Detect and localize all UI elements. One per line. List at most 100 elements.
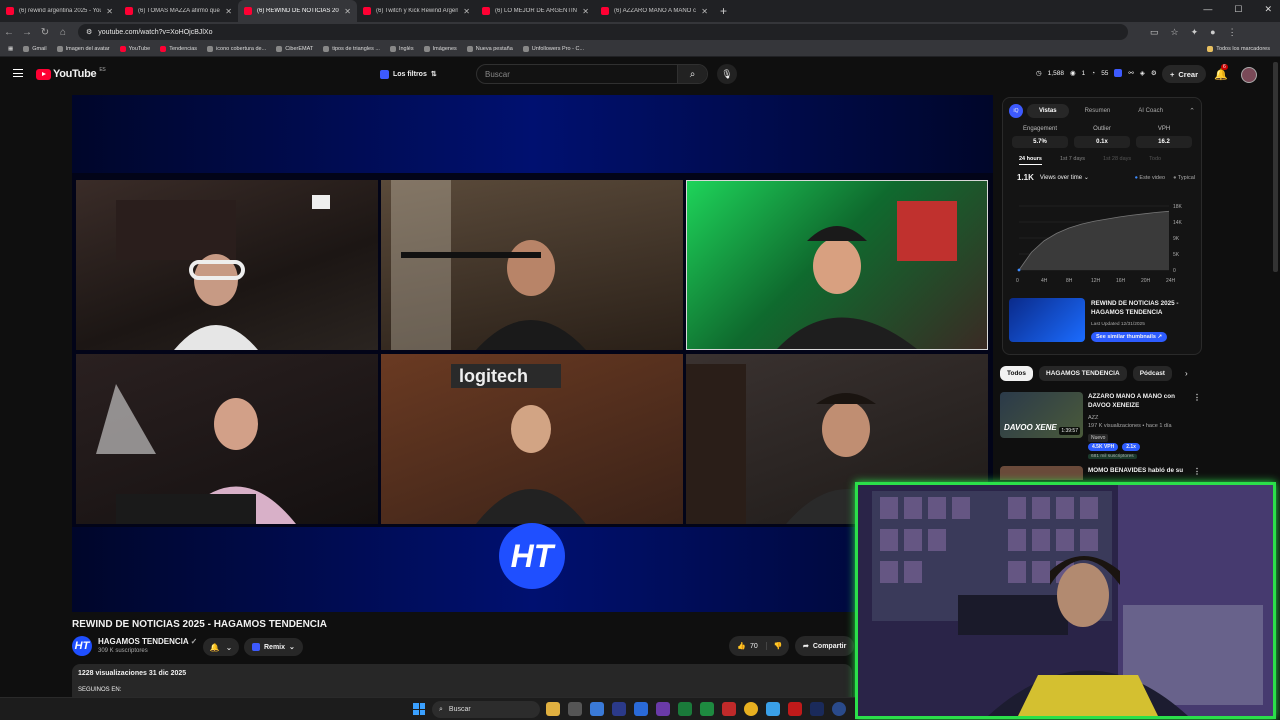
chrome-icon[interactable] [744, 702, 758, 716]
windows-start-icon[interactable] [413, 703, 425, 715]
reload-icon[interactable]: ↻ [36, 27, 54, 38]
close-icon[interactable]: ✕ [344, 7, 351, 16]
minimize-icon[interactable]: — [1203, 4, 1212, 15]
close-icon[interactable]: ✕ [701, 7, 708, 16]
edge-icon[interactable] [832, 702, 846, 716]
share-button[interactable]: ➦ Compartir [795, 636, 855, 656]
streaming-app-icon[interactable] [656, 702, 670, 716]
dislike-button[interactable]: 👎 [767, 642, 789, 650]
tab-vistas[interactable]: Vistas [1027, 104, 1069, 118]
bookmark[interactable]: tipos de triangles ... [323, 46, 380, 52]
star-icon[interactable]: ☆ [1171, 27, 1179, 38]
browser-tab[interactable]: (6) LO MEJOR DE ARGENTINA ✕ [476, 0, 595, 22]
browser-tab[interactable]: (6) rewind argentina 2025 - YouTube ✕ [0, 0, 119, 22]
filters-button[interactable]: Los filtros ⇅ [374, 66, 443, 82]
browser-tab[interactable]: (6) Twitch y Kick Rewind Argentina ✕ [357, 0, 476, 22]
search-input[interactable]: Buscar [477, 70, 677, 79]
app-icon[interactable] [766, 702, 780, 716]
chevron-right-icon[interactable]: › [1185, 369, 1188, 378]
channel-name-row[interactable]: HAGAMOS TENDENCIA ✓ [98, 637, 197, 646]
chip-podcast[interactable]: Pódcast [1132, 366, 1172, 381]
maximize-icon[interactable]: ☐ [1234, 4, 1242, 15]
see-similar-button[interactable]: See similar thumbnails ↗ [1091, 332, 1168, 342]
y-tick-label: 9K [1173, 236, 1180, 242]
chip-all[interactable]: Todos [1000, 366, 1034, 381]
photos-icon[interactable] [590, 702, 604, 716]
close-window-icon[interactable]: ✕ [1264, 4, 1272, 15]
like-button[interactable]: 👍 70 [729, 642, 767, 650]
browser-tab-active[interactable]: (6) REWIND DE NOTICIAS 2025 ✕ [238, 0, 357, 22]
close-icon[interactable]: ✕ [106, 7, 113, 16]
close-icon[interactable]: ✕ [463, 7, 470, 16]
remix-button[interactable]: Remix ⌄ [244, 638, 303, 656]
vpn-icon[interactable] [612, 702, 626, 716]
photoshop-icon[interactable] [810, 702, 824, 716]
collapse-icon[interactable]: ⌃ [1189, 107, 1195, 115]
voice-search-button[interactable]: 🎙 [717, 64, 737, 84]
bookmark[interactable]: Tendencias [160, 46, 197, 52]
extension-icon[interactable] [1114, 69, 1123, 77]
close-icon[interactable]: ✕ [582, 7, 589, 16]
video-thumbnail[interactable]: DAVOO XENE 1:39:57 [1000, 392, 1083, 438]
more-options-icon[interactable]: ⋮ [1193, 467, 1201, 476]
forward-icon[interactable]: → [18, 27, 36, 38]
chip-channel[interactable]: HAGAMOS TENDENCIA [1039, 366, 1127, 381]
bookmark[interactable]: Gmail [23, 46, 47, 52]
tab-ai-coach[interactable]: AI Coach [1126, 104, 1175, 118]
calendar-icon[interactable] [568, 702, 582, 716]
sliders-icon[interactable]: ⚯ [1128, 69, 1133, 77]
youtube-logo[interactable]: YouTube ES [36, 67, 106, 80]
bookmark[interactable]: Unfollowers Pro - C... [522, 46, 584, 52]
browser-tab[interactable]: (6) AZZARO MANO A MANO con ✕ [595, 0, 714, 22]
back-icon[interactable]: ← [0, 27, 18, 38]
browser-tab[interactable]: (6) TOMAS MAZZA afirmó que... ✕ [119, 0, 238, 22]
profile-icon[interactable]: ● [1210, 27, 1215, 38]
video-thumbnail[interactable] [1000, 466, 1083, 480]
menu-icon[interactable]: ⋮ [1228, 27, 1237, 38]
tag-icon[interactable]: ◈ [1140, 69, 1145, 77]
create-button[interactable]: + Crear [1162, 65, 1206, 83]
new-tab-button[interactable]: + [720, 4, 727, 18]
notifications-button[interactable]: 🔔 6 [1214, 64, 1228, 81]
bookmark[interactable]: Imagen del avatar [56, 46, 110, 52]
bookmark[interactable]: CiberEMAT [276, 46, 313, 52]
settings-icon[interactable]: ⚙ [1151, 69, 1157, 77]
hamburger-menu-icon[interactable] [13, 69, 23, 77]
reco-thumbnail[interactable] [1009, 298, 1085, 342]
apps-icon[interactable]: ▦ [8, 46, 13, 52]
close-icon[interactable]: ✕ [225, 7, 232, 16]
cast-icon[interactable]: ▭ [1150, 27, 1159, 38]
subscribe-notifications-button[interactable]: 🔔 ⌄ [203, 638, 239, 656]
home-icon[interactable]: ⌂ [54, 27, 72, 38]
all-bookmarks[interactable]: Todos los marcadores [1207, 46, 1270, 52]
bookmark[interactable]: Inglés [389, 46, 414, 52]
range-all[interactable]: Todo [1149, 156, 1161, 165]
opera-icon[interactable] [788, 702, 802, 716]
store-icon[interactable] [634, 702, 648, 716]
bookmark[interactable]: YouTube [119, 46, 150, 52]
address-bar[interactable]: ⚙ youtube.com/watch?v=XoHOjcBJlXo [78, 24, 1128, 40]
search-button[interactable]: ⌕ [677, 65, 707, 83]
range-24-hours[interactable]: 24 hours [1019, 156, 1042, 165]
range-first-7-days[interactable]: 1st 7 days [1060, 156, 1085, 165]
range-first-28-days[interactable]: 1st 28 days [1103, 156, 1131, 165]
file-explorer-icon[interactable] [546, 702, 560, 716]
recording-app-icon[interactable] [722, 702, 736, 716]
site-info-icon[interactable]: ⚙ [86, 28, 92, 36]
channel-avatar[interactable]: HT [72, 636, 92, 656]
page-scrollbar[interactable] [1273, 62, 1278, 272]
views-dropdown[interactable]: Views over time ⌄ [1040, 174, 1089, 181]
xbox-icon[interactable] [678, 702, 692, 716]
recommended-video[interactable]: MOMO BENAVIDES habló de su [1000, 466, 1205, 480]
extension-icon[interactable]: ✦ [1191, 27, 1199, 38]
avatar[interactable] [1241, 67, 1257, 83]
recommended-video[interactable]: DAVOO XENE 1:39:57 AZZARO MANO A MANO co… [1000, 392, 1205, 462]
taskbar-search[interactable]: ⌕ Buscar [432, 701, 540, 718]
youtube-favicon-icon [601, 7, 609, 15]
tab-resumen[interactable]: Resumen [1073, 104, 1123, 118]
bookmark[interactable]: icono cobertura de... [207, 46, 266, 52]
bookmark[interactable]: Nueva pestaña [466, 46, 513, 52]
excel-icon[interactable] [700, 702, 714, 716]
more-options-icon[interactable]: ⋮ [1193, 393, 1201, 402]
bookmark[interactable]: Imágenes [423, 46, 457, 52]
